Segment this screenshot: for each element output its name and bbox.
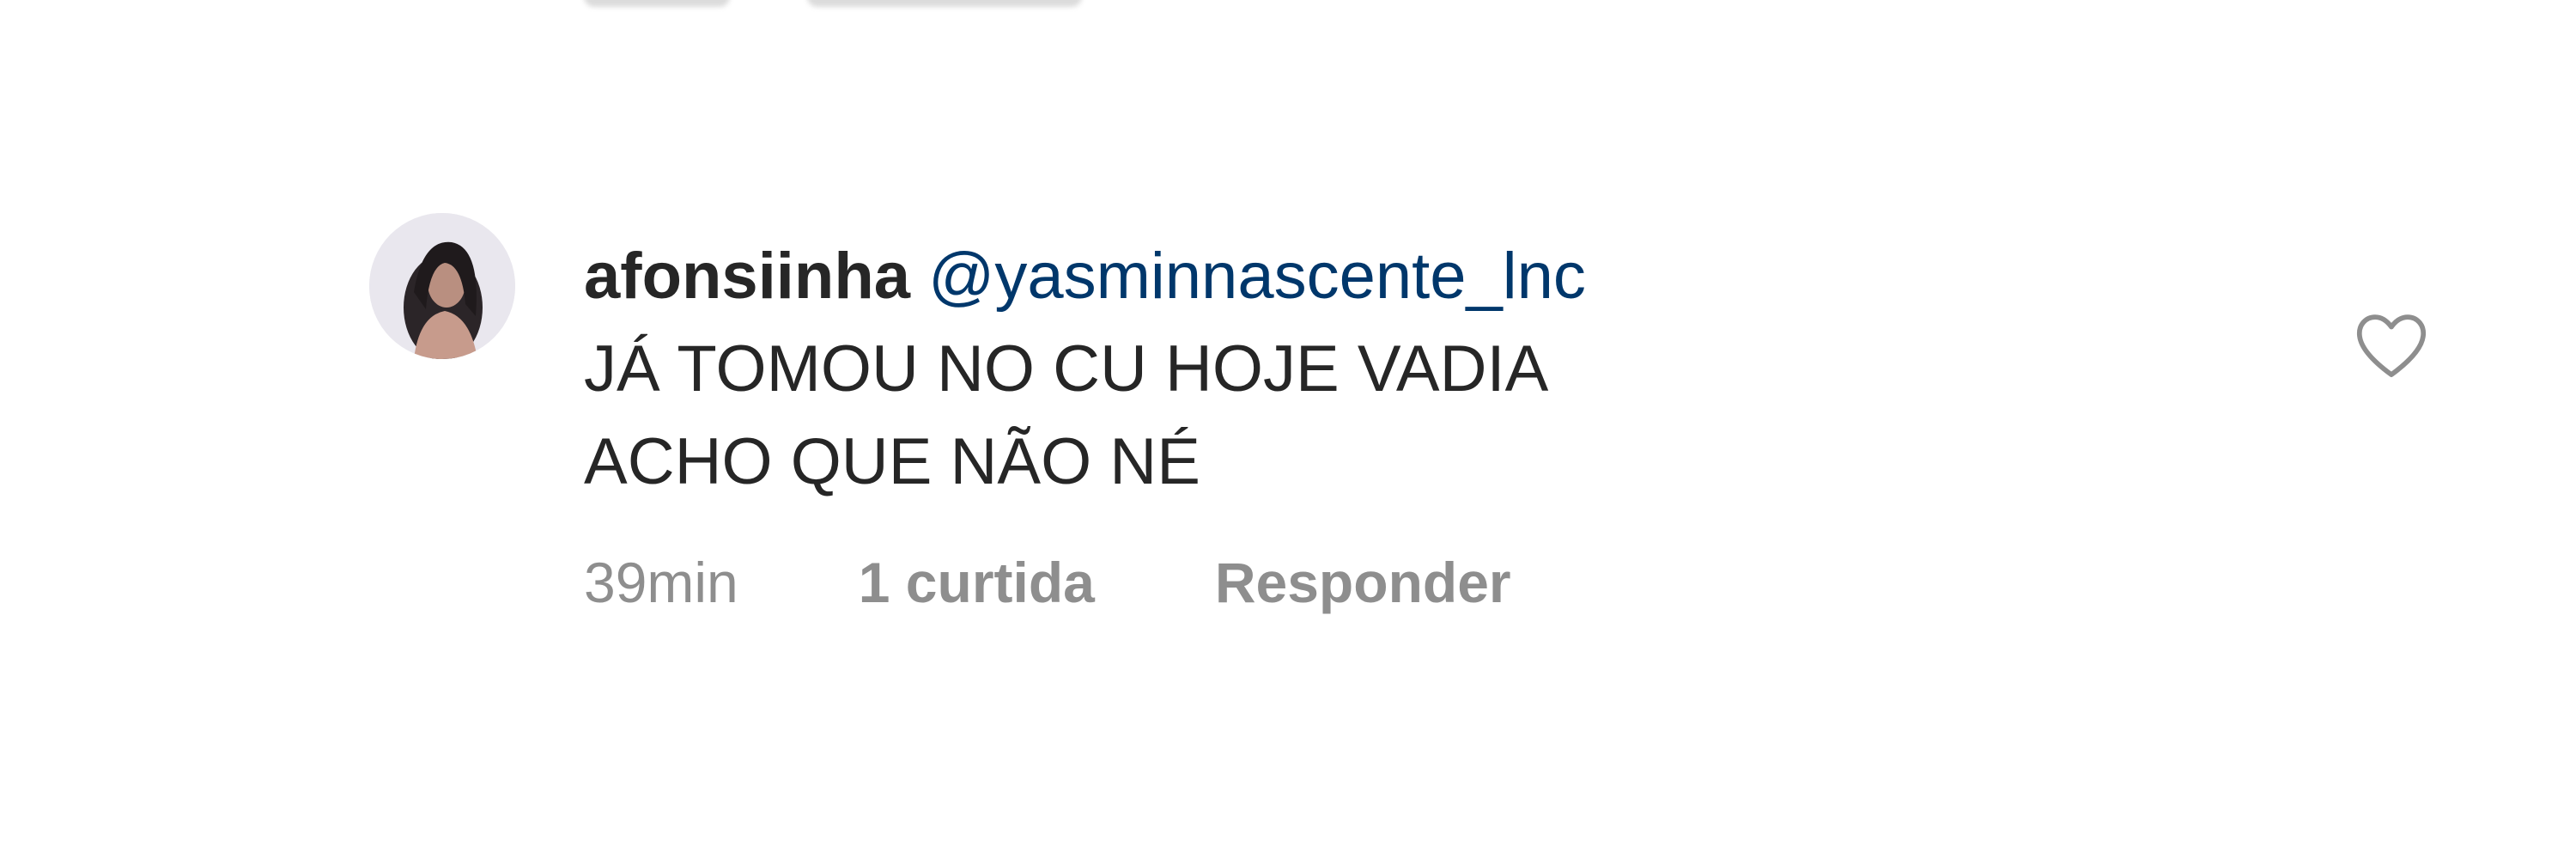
comment-meta: 39min 1 curtida Responder: [584, 550, 2215, 615]
like-button[interactable]: [2344, 299, 2439, 393]
heart-outline-icon: [2356, 314, 2427, 377]
reply-button[interactable]: Responder: [1215, 550, 1511, 615]
comment-header: afonsiinha @yasminnascente_lnc: [584, 230, 2215, 323]
avatar-image: [369, 213, 515, 359]
comment-username[interactable]: afonsiinha: [584, 240, 910, 313]
comment-likes[interactable]: 1 curtida: [859, 550, 1095, 615]
user-avatar[interactable]: [369, 213, 515, 359]
comment-time: 39min: [584, 551, 738, 614]
comment: afonsiinha @yasminnascente_lnc JÁ TOMOU …: [369, 213, 2447, 728]
comment-body: afonsiinha @yasminnascente_lnc JÁ TOMOU …: [584, 230, 2215, 615]
previous-comment-meta-fragment: [584, 0, 1082, 12]
comment-text: JÁ TOMOU NO CU HOJE VADIA ACHO QUE NÃO N…: [584, 332, 1549, 498]
comment-mention[interactable]: @yasminnascente_lnc: [928, 240, 1586, 313]
